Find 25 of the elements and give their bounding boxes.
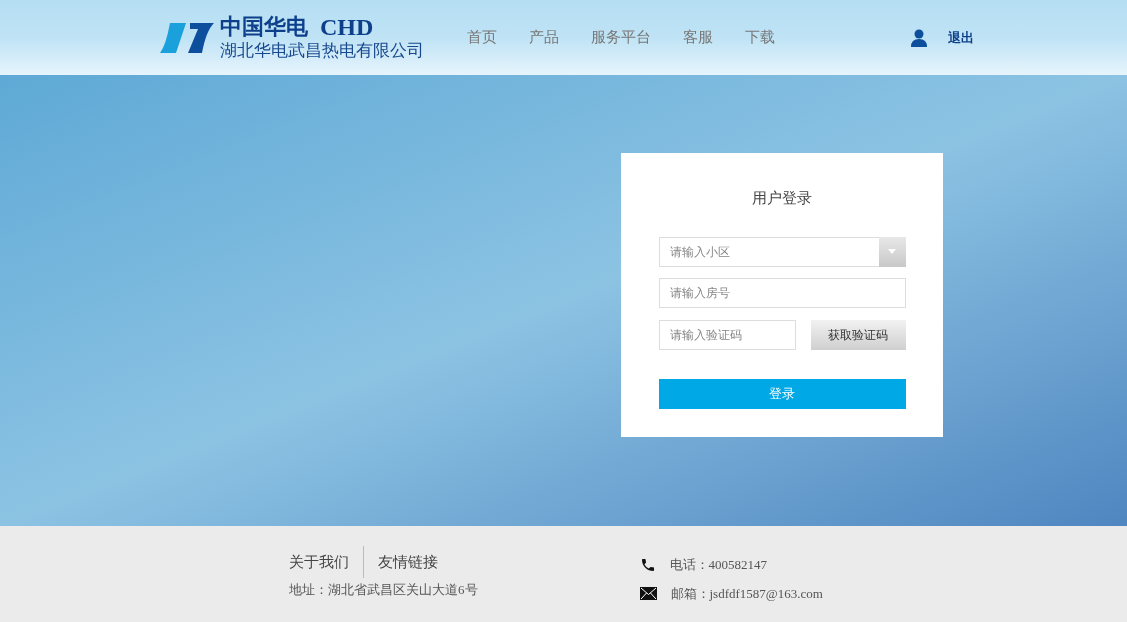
nav-link[interactable]: 首页 — [467, 26, 497, 49]
code-input[interactable]: 请输入验证码 — [658, 319, 796, 350]
nav-link[interactable]: 产品 — [529, 26, 559, 49]
phone-text: 电话：400582147 — [669, 556, 767, 574]
phone-icon — [639, 556, 656, 573]
nav-link[interactable]: 下载 — [745, 26, 775, 49]
logo-abbr: CHD — [320, 13, 374, 40]
mail-icon — [639, 586, 657, 600]
nav-link[interactable]: 客服 — [683, 26, 713, 49]
company-name: 湖北华电武昌热电有限公司 — [220, 39, 424, 62]
logo-icon — [160, 22, 214, 53]
footer-link[interactable]: 友情链接 — [378, 550, 438, 574]
login-button[interactable]: 登录 — [658, 378, 906, 409]
nav-link[interactable]: 服务平台 — [591, 26, 651, 49]
footer-link[interactable]: 关于我们 — [289, 550, 349, 574]
caret-icon — [888, 249, 896, 254]
login-title: 用户登录 — [752, 188, 812, 208]
address-text: 地址：湖北省武昌区关山大道6号 — [289, 581, 478, 599]
logo-title: 中国华电 — [220, 13, 308, 40]
user-icon[interactable] — [910, 28, 928, 47]
room-input[interactable]: 请输入房号 — [658, 277, 906, 308]
email-text: 邮箱：jsdfdf1587@163.com — [670, 584, 823, 603]
get-code-button[interactable]: 获取验证码 — [810, 319, 906, 350]
community-input[interactable]: 请输入小区 — [658, 236, 879, 267]
logout-link[interactable]: 退出 — [948, 27, 974, 48]
